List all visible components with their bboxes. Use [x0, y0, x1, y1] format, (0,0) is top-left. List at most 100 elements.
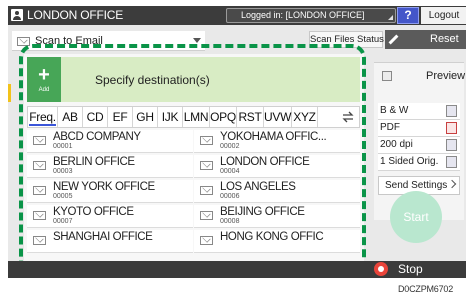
destination-panel: + Add Specify destination(s) Freq. AB CD EF…: [24, 54, 364, 278]
email-icon: [33, 161, 46, 170]
file-type-label: PDF: [380, 122, 400, 133]
chevron-right-icon: [447, 179, 457, 189]
destination-name: HONG KONG OFFIC: [220, 231, 324, 243]
specify-destination-label: Specify destination(s): [95, 73, 210, 87]
index-tab-label: GH: [136, 110, 154, 124]
index-tab[interactable]: RST: [237, 107, 264, 127]
scan-mode-select[interactable]: Scan to Email: [12, 31, 205, 51]
index-tab[interactable]: CD: [83, 107, 108, 127]
destination-entry[interactable]: LONDON OFFICE 00004: [194, 155, 360, 178]
pencil-icon: [388, 34, 399, 45]
logout-button[interactable]: Logout: [421, 7, 466, 24]
email-icon: [33, 186, 46, 195]
resolution-icon: [446, 139, 457, 151]
destination-name: SHANGHAI OFFICE: [53, 231, 153, 243]
color-mode-label: B & W: [380, 105, 409, 116]
stop-icon[interactable]: [374, 262, 388, 276]
figure-code: D0CZPM6702: [398, 284, 454, 294]
help-button[interactable]: ?: [397, 7, 419, 24]
color-mode-setting[interactable]: B & W: [378, 103, 460, 120]
reset-button[interactable]: Reset: [385, 30, 466, 49]
destination-name: ABCD COMPANY: [53, 131, 141, 143]
destination-entry[interactable]: LOS ANGELES 00006: [194, 180, 360, 203]
resolution-setting[interactable]: 200 dpi: [378, 137, 460, 154]
destination-number: 00008: [220, 218, 240, 225]
sides-label: 1 Sided Orig.: [380, 156, 439, 167]
index-tab[interactable]: OPQ: [210, 107, 237, 127]
destination-name: LONDON OFFICE: [220, 156, 310, 168]
original-sides-icon: [446, 156, 457, 168]
scan-mode-label: Scan to Email: [35, 35, 103, 47]
index-tab[interactable]: AB: [58, 107, 83, 127]
add-label: Add: [38, 87, 50, 93]
email-icon: [33, 136, 46, 145]
file-type-setting[interactable]: PDF: [378, 120, 460, 137]
destination-name: NEW YORK OFFICE: [53, 181, 155, 193]
destination-name: BERLIN OFFICE: [53, 156, 135, 168]
destination-entry[interactable]: BEIJING OFFICE 00008: [194, 205, 360, 228]
index-tabs: Freq. AB CD EF GH IJK LMN OPQ RST UVW XYZ: [27, 106, 360, 128]
destination-list: ABCD COMPANY 00001 YOKOHAMA OFFIC... 00002 B…: [27, 130, 360, 278]
email-icon: [200, 236, 213, 245]
destination-number: 00002: [220, 143, 240, 150]
index-tab-label: UVW: [264, 110, 292, 124]
resolution-label: 200 dpi: [380, 139, 413, 150]
index-tab-label: OPQ: [210, 110, 236, 124]
chevron-down-icon: [193, 38, 201, 43]
destination-name: BEIJING OFFICE: [220, 206, 305, 218]
destination-entry[interactable]: BERLIN OFFICE 00003: [27, 155, 193, 178]
index-tab[interactable]: IJK: [158, 107, 183, 127]
email-icon: [200, 211, 213, 220]
control-panel-screen: LONDON OFFICE Logged in: [LONDON OFFICE]…: [8, 6, 466, 278]
index-tab-label: IJK: [161, 110, 179, 124]
destination-number: 00004: [220, 168, 240, 175]
email-icon: [200, 161, 213, 170]
destination-entry[interactable]: SHANGHAI OFFICE: [27, 230, 193, 253]
destination-number: 00005: [53, 193, 73, 200]
stop-button[interactable]: Stop: [398, 262, 423, 276]
index-tab[interactable]: XYZ: [292, 107, 318, 127]
destination-number: 00007: [53, 218, 73, 225]
sort-icon[interactable]: [341, 111, 355, 123]
email-icon: [33, 236, 46, 245]
destination-number: 00006: [220, 193, 240, 200]
destination-number: 00003: [53, 168, 73, 175]
destination-entry[interactable]: YOKOHAMA OFFIC... 00002: [194, 130, 360, 153]
destination-name: YOKOHAMA OFFIC...: [220, 131, 327, 143]
scan-type-icon: [446, 105, 457, 117]
destination-entry[interactable]: HONG KONG OFFIC: [194, 230, 360, 253]
specify-destination-row[interactable]: + Add Specify destination(s): [27, 57, 360, 102]
index-tab[interactable]: EF: [108, 107, 133, 127]
user-name-title: LONDON OFFICE: [27, 8, 124, 22]
index-tab-label: CD: [86, 110, 104, 124]
destination-entry[interactable]: ABCD COMPANY 00001: [27, 130, 193, 153]
start-button[interactable]: Start: [390, 191, 442, 243]
destination-entry[interactable]: NEW YORK OFFICE 00005: [27, 180, 193, 203]
index-tab[interactable]: GH: [133, 107, 158, 127]
index-tab-label: Freq.: [29, 110, 56, 126]
destination-name: KYOTO OFFICE: [53, 206, 134, 218]
index-tab-label: AB: [62, 110, 78, 124]
index-tab[interactable]: Freq.: [28, 107, 58, 127]
index-tab-label: LMN: [183, 110, 209, 124]
preview-checkbox[interactable]: [382, 71, 392, 81]
email-icon: [33, 211, 46, 220]
preview-toggle[interactable]: Preview: [374, 67, 465, 85]
email-icon: [17, 37, 30, 46]
index-tab[interactable]: LMN: [183, 107, 210, 127]
index-tab[interactable]: UVW: [264, 107, 292, 127]
scan-files-status-button[interactable]: Scan Files Status: [309, 31, 384, 48]
destination-entry[interactable]: KYOTO OFFICE 00007: [27, 205, 193, 228]
email-icon: [200, 136, 213, 145]
index-tab-label: RST: [238, 110, 262, 124]
scroll-marker-icon: [8, 84, 11, 102]
destination-number: 00001: [53, 143, 73, 150]
add-destination-button[interactable]: + Add: [27, 57, 61, 102]
resize-corner-icon: [388, 15, 393, 20]
plus-icon: +: [38, 64, 50, 86]
login-status: Logged in: [LONDON OFFICE]: [226, 8, 396, 23]
top-bar: LONDON OFFICE Logged in: [LONDON OFFICE]…: [8, 6, 466, 25]
sides-setting[interactable]: 1 Sided Orig.: [378, 154, 460, 171]
reset-label: Reset: [430, 33, 459, 45]
destination-name: LOS ANGELES: [220, 181, 296, 193]
